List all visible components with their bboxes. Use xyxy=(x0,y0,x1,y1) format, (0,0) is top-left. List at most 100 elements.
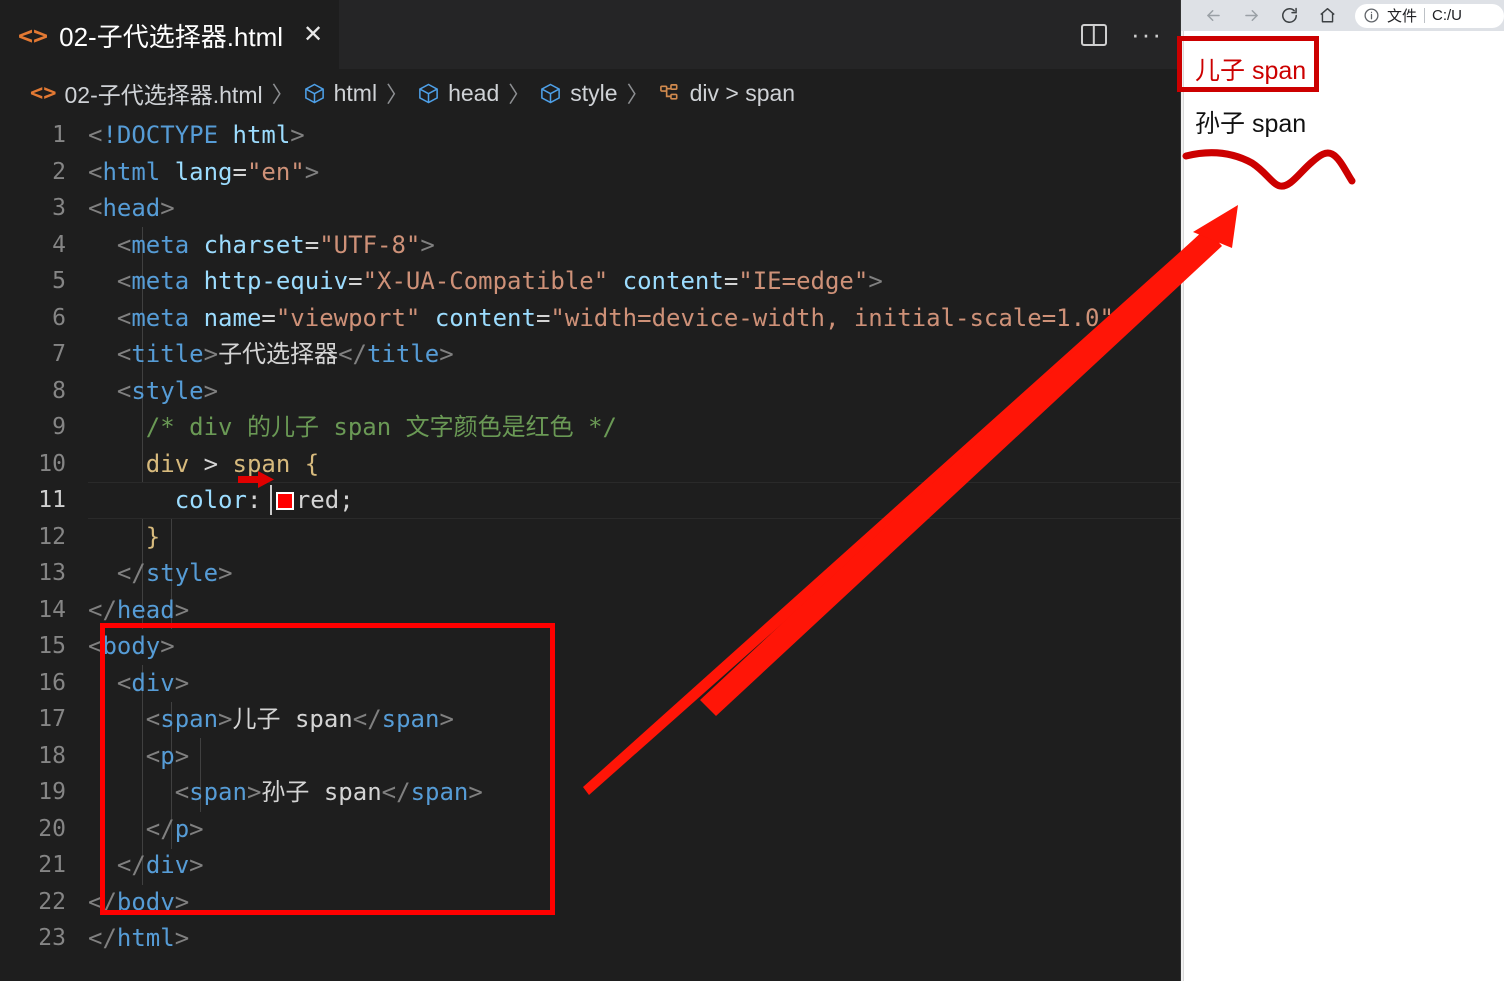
code-line: 14 </head> xyxy=(0,592,1181,629)
breadcrumb-separator: 〉 xyxy=(508,82,531,107)
line-content: <span>儿子 span</span> xyxy=(145,705,454,733)
code-line: 9 /* div 的儿子 span 文字颜色是红色 */ xyxy=(0,409,1181,446)
split-editor-icon[interactable] xyxy=(1081,23,1108,46)
code-line: 4 <meta charset="UTF-8"> xyxy=(0,227,1181,264)
editor-tab-html-file[interactable]: <> 02-子代选择器.html ✕ xyxy=(0,0,340,69)
line-content: </style> xyxy=(116,559,233,587)
line-number: 13 xyxy=(38,560,66,586)
editor-tab-actions: ··· xyxy=(1081,0,1163,69)
forward-arrow-icon[interactable] xyxy=(1232,0,1270,31)
code-line-active: 11 color: red; xyxy=(0,482,1181,519)
vscode-editor-pane: <> 02-子代选择器.html ✕ ··· <> 02-子代选择器.html … xyxy=(0,0,1181,981)
back-arrow-icon[interactable] xyxy=(1194,0,1232,31)
code-line: 1 <!DOCTYPE html> xyxy=(0,117,1181,154)
line-number: 1 xyxy=(52,122,66,148)
editor-tab-bar: <> 02-子代选择器.html ✕ ··· xyxy=(0,0,1181,69)
code-line: 17 <span>儿子 span</span> xyxy=(0,701,1181,738)
line-number: 15 xyxy=(38,633,66,659)
code-line: 10 div > span { xyxy=(0,446,1181,483)
line-number: 23 xyxy=(38,925,66,951)
address-url-text: C:/U xyxy=(1432,7,1463,24)
code-line: 5 <meta http-equiv="X-UA-Compatible" con… xyxy=(0,263,1181,300)
breadcrumb-item-html[interactable]: html xyxy=(303,80,377,107)
code-editor[interactable]: 1 <!DOCTYPE html> 2 <html lang="en"> 3 <… xyxy=(0,117,1181,981)
line-content: <span>孙子 span</span> xyxy=(174,778,483,806)
cube-icon xyxy=(303,82,326,105)
breadcrumb-item-style[interactable]: style xyxy=(539,79,618,107)
line-number: 9 xyxy=(52,414,66,440)
line-content: } xyxy=(145,522,161,551)
browser-pane: 文件 C:/U 儿子 span 孙子 span xyxy=(1181,0,1504,981)
code-line: 15 <body> xyxy=(0,628,1181,665)
breadcrumb-separator: 〉 xyxy=(386,82,409,107)
browser-viewport: 儿子 span 孙子 span xyxy=(1181,31,1504,981)
css-comment: /* div 的儿子 span 文字颜色是红色 */ xyxy=(145,413,617,441)
info-circle-icon[interactable] xyxy=(1363,7,1380,24)
line-content: </p> xyxy=(145,814,204,843)
breadcrumb: <> 02-子代选择器.html 〉 html 〉 head 〉 style 〉… xyxy=(0,69,1181,117)
text-cursor xyxy=(270,485,272,515)
address-bar[interactable]: 文件 C:/U xyxy=(1355,3,1504,28)
breadcrumb-label: head xyxy=(448,79,500,106)
address-divider xyxy=(1424,8,1426,23)
code-line: 19 <span>孙子 span</span> xyxy=(0,774,1181,811)
breadcrumb-separator: 〉 xyxy=(271,82,294,107)
breadcrumb-separator: 〉 xyxy=(626,82,649,107)
more-actions-icon[interactable]: ··· xyxy=(1131,21,1163,46)
line-number: 2 xyxy=(52,158,66,185)
code-line: 2 <html lang="en"> xyxy=(0,154,1181,191)
close-icon[interactable]: ✕ xyxy=(303,23,323,47)
browser-toolbar: 文件 C:/U xyxy=(1181,0,1504,31)
code-line: 22 </body> xyxy=(0,884,1181,921)
address-scheme-label: 文件 xyxy=(1387,8,1418,25)
line-number: 22 xyxy=(38,888,66,915)
line-number: 14 xyxy=(38,596,66,623)
line-number: 11 xyxy=(38,487,66,513)
line-content: <!DOCTYPE html> xyxy=(88,121,305,149)
home-icon[interactable] xyxy=(1308,0,1346,31)
line-content: color: red; xyxy=(174,485,354,515)
code-line: 20 </p> xyxy=(0,811,1181,848)
line-content: <meta http-equiv="X-UA-Compatible" conte… xyxy=(116,267,883,295)
code-line: 16 <div> xyxy=(0,665,1181,702)
line-content: </html> xyxy=(88,924,190,952)
line-content: </div> xyxy=(116,851,204,879)
line-number: 16 xyxy=(38,669,66,696)
breadcrumb-label: 02-子代选择器.html xyxy=(64,82,263,108)
viewport-scrollbar[interactable] xyxy=(1181,31,1184,981)
code-line: 12 } xyxy=(0,519,1181,556)
breadcrumb-item-file[interactable]: <> 02-子代选择器.html xyxy=(30,76,263,110)
line-content: div > span { xyxy=(145,449,320,478)
html-file-icon: <> xyxy=(30,80,57,106)
code-line: 21 </div> xyxy=(0,847,1181,884)
screen-root: <> 02-子代选择器.html ✕ ··· <> 02-子代选择器.html … xyxy=(0,0,1504,981)
line-content: <body> xyxy=(88,632,175,660)
line-number: 10 xyxy=(38,450,66,477)
color-swatch-red[interactable] xyxy=(275,492,294,510)
code-line: 6 <meta name="viewport" content="width=d… xyxy=(0,300,1181,337)
code-line: 3 <head> xyxy=(0,190,1181,227)
rendered-span-child: 儿子 span xyxy=(1195,57,1307,85)
line-number: 19 xyxy=(38,779,66,805)
line-content: <html lang="en"> xyxy=(88,157,320,186)
line-number: 20 xyxy=(38,815,66,842)
breadcrumb-label: style xyxy=(570,79,618,106)
breadcrumb-label: html xyxy=(333,79,378,106)
reload-icon[interactable] xyxy=(1270,0,1308,31)
code-line: 7 <title>子代选择器</title> xyxy=(0,336,1181,373)
line-content: <title>子代选择器</title> xyxy=(116,340,454,368)
line-number: 3 xyxy=(52,195,66,221)
rendered-span-grandchild: 孙子 span xyxy=(1195,110,1307,138)
line-number: 18 xyxy=(38,742,66,769)
breadcrumb-item-head[interactable]: head xyxy=(417,80,499,107)
editor-scrollbar[interactable] xyxy=(1165,117,1179,981)
cube-icon xyxy=(417,82,440,105)
line-number: 8 xyxy=(52,377,66,404)
line-content: <div> xyxy=(116,668,190,697)
code-line: 13 </style> xyxy=(0,555,1181,592)
breadcrumb-item-selector[interactable]: div > span xyxy=(658,80,795,107)
line-content: <head> xyxy=(88,194,175,222)
line-number: 17 xyxy=(38,706,66,732)
css-selector-icon xyxy=(658,82,682,105)
editor-tab-label: 02-子代选择器.html xyxy=(59,21,284,52)
